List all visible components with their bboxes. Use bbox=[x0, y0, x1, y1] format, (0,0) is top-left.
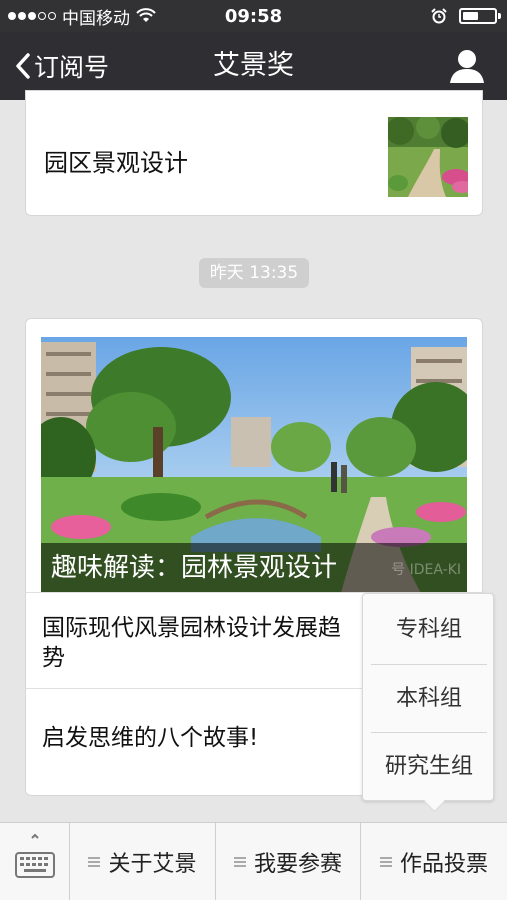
menu-vote-button[interactable]: 作品投票 bbox=[360, 823, 507, 900]
alarm-clock-icon bbox=[431, 8, 447, 24]
status-left: 中国移动 bbox=[0, 4, 190, 29]
menu-join-button[interactable]: 我要参赛 bbox=[215, 823, 360, 900]
menu-label: 关于艾景 bbox=[108, 852, 197, 877]
person-icon[interactable] bbox=[447, 46, 487, 86]
battery-icon bbox=[459, 8, 501, 24]
wifi-icon bbox=[136, 8, 156, 22]
status-bar: 中国移动 09:58 bbox=[0, 0, 507, 32]
hero-watermark: 号 IDEA-KI bbox=[391, 562, 461, 578]
garden-path-image bbox=[388, 117, 468, 197]
signal-dots-icon bbox=[8, 12, 56, 20]
bottom-menu-bar: 关于艾景 我要参赛 作品投票 bbox=[0, 822, 507, 900]
submenu-item-junior-college[interactable]: 专科组 bbox=[371, 596, 487, 664]
keyboard-icon bbox=[15, 833, 55, 878]
hero-article[interactable]: 趣味解读：园林景观设计 号 IDEA-KI bbox=[41, 337, 467, 593]
timestamp-badge: 昨天 13:35 bbox=[199, 258, 309, 288]
submenu-popup: 专科组 本科组 研究生组 bbox=[362, 593, 494, 801]
status-right bbox=[431, 0, 501, 32]
submenu-item-graduate[interactable]: 研究生组 bbox=[371, 732, 487, 800]
message-card[interactable]: 园区景观设计 bbox=[25, 90, 483, 216]
back-label: 订阅号 bbox=[34, 53, 110, 82]
menu-about-button[interactable]: 关于艾景 bbox=[70, 823, 215, 900]
keyboard-toggle-button[interactable] bbox=[0, 823, 70, 900]
article-title: 启发思维的八个故事! bbox=[42, 725, 259, 751]
battery-level bbox=[463, 12, 478, 20]
menu-label: 作品投票 bbox=[399, 852, 488, 877]
carrier-name: 中国移动 bbox=[62, 8, 130, 29]
menu-lines-icon bbox=[379, 857, 392, 867]
article-title: 国际现代风景园林设计发展趋势 bbox=[42, 615, 341, 671]
menu-label: 我要参赛 bbox=[253, 852, 342, 877]
menu-lines-icon bbox=[233, 857, 246, 867]
chevron-left-icon bbox=[16, 53, 30, 79]
message-title: 园区景观设计 bbox=[44, 149, 188, 177]
submenu-item-undergraduate[interactable]: 本科组 bbox=[371, 664, 487, 732]
menu-lines-icon bbox=[88, 857, 101, 867]
